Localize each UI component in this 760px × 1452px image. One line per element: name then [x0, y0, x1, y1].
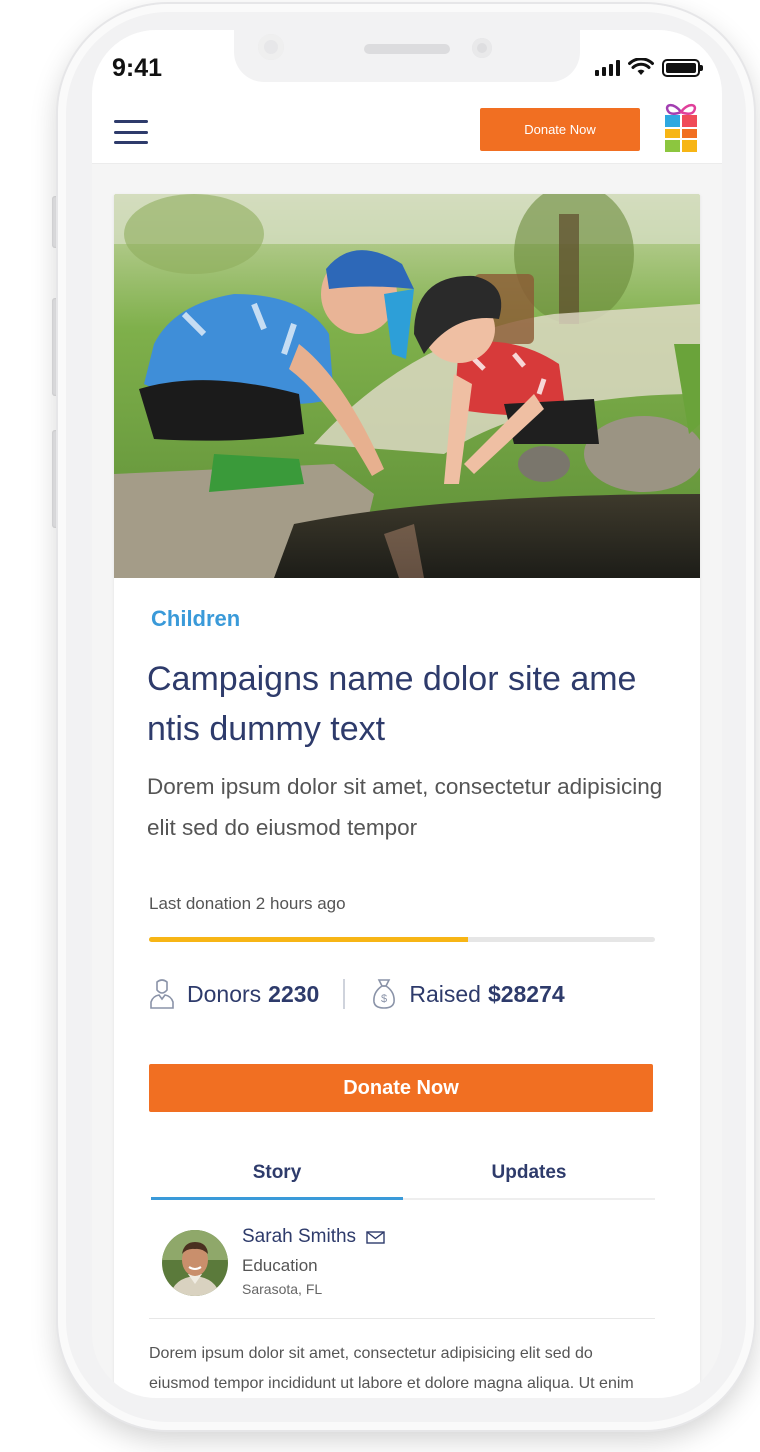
author-divider	[149, 1318, 655, 1319]
author-name[interactable]: Sarah Smiths	[242, 1226, 356, 1248]
notch-camera	[472, 38, 492, 58]
money-bag-icon: $	[373, 979, 396, 1009]
author-name-row: Sarah Smiths	[242, 1226, 385, 1248]
avatar[interactable]	[162, 1230, 228, 1296]
donors-label: Donors	[187, 980, 262, 1007]
donate-now-button[interactable]: Donate Now	[149, 1064, 653, 1112]
donors-count: 2230	[268, 980, 320, 1007]
campaign-subtitle: Dorem ipsum dolor sit amet, consectetur …	[147, 774, 663, 840]
raised-label: Raised	[409, 980, 481, 1007]
stats-divider	[343, 979, 346, 1009]
campaign-hero-photo	[114, 194, 700, 578]
tab-story[interactable]: Story	[151, 1156, 403, 1200]
app-header: Donate Now	[92, 103, 722, 164]
raised-stat: $ Raised $28274	[371, 978, 565, 1010]
campaign-card: Children Campaigns name dolor site ame n…	[114, 194, 700, 1398]
campaign-title: Campaigns name dolor site ame ntis dummy…	[147, 660, 637, 748]
hamburger-menu-icon[interactable]	[114, 120, 148, 144]
svg-text:$: $	[381, 993, 387, 1005]
author-location: Sarasota, FL	[242, 1281, 323, 1297]
wifi-icon	[628, 58, 654, 75]
campaign-author: Sarah Smiths Education Sarasota, FL	[162, 1226, 632, 1300]
donor-person-icon	[150, 979, 174, 1009]
campaign-stats: Donors 2230 $ Raised $28274	[149, 974, 655, 1014]
notch-speaker	[364, 44, 450, 54]
story-text: Dorem ipsum dolor sit amet, consectetur …	[149, 1345, 634, 1392]
author-role: Education	[242, 1256, 318, 1275]
phone-notch	[234, 30, 580, 82]
signal-icon	[595, 59, 620, 76]
funding-progress-fill	[149, 937, 468, 942]
phone-screen: 9:41 Donate Now Children Campaigns name …	[92, 30, 722, 1398]
notch-sensor	[258, 34, 284, 60]
campaign-tabs: Story Updates	[151, 1156, 655, 1200]
gift-logo[interactable]	[660, 98, 702, 154]
battery-icon	[662, 58, 703, 77]
mail-icon[interactable]	[366, 1230, 385, 1244]
header-donate-button[interactable]: Donate Now	[480, 108, 640, 151]
tab-updates[interactable]: Updates	[403, 1156, 655, 1198]
last-donation-text: Last donation 2 hours ago	[149, 894, 346, 913]
raised-amount: $28274	[487, 980, 565, 1007]
status-time: 9:41	[112, 54, 163, 82]
campaign-category[interactable]: Children	[151, 606, 240, 632]
funding-progress-bar	[149, 937, 655, 942]
status-icons	[595, 58, 703, 77]
donors-stat: Donors 2230	[149, 978, 319, 1010]
